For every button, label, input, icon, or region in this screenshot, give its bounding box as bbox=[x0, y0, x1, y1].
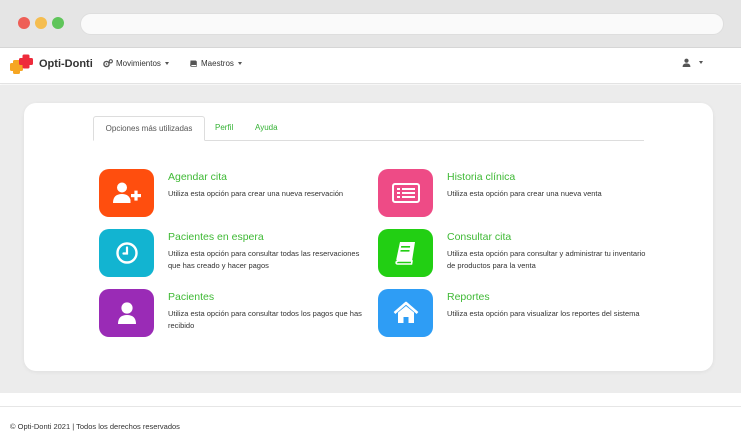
option-title: Consultar cita bbox=[447, 231, 512, 243]
option-icon-tile bbox=[99, 289, 154, 337]
option-icon-tile bbox=[378, 229, 433, 277]
menu-maestros-label: Maestros bbox=[201, 59, 234, 68]
footer: © Opti-Donti 2021 | Todos los derechos r… bbox=[0, 406, 741, 441]
copyright-text: © Opti-Donti 2021 | Todos los derechos r… bbox=[10, 422, 180, 431]
option-description: Utiliza esta opción para consultar todas… bbox=[168, 249, 360, 270]
user-plus-icon bbox=[112, 182, 141, 203]
chevron-down-icon bbox=[237, 62, 242, 65]
tab-bar: Opciones más utilizadas Perfil Ayuda bbox=[93, 116, 644, 141]
option-pacientes-en-espera[interactable]: Pacientes en espera Utiliza esta opción … bbox=[99, 229, 369, 281]
user-menu[interactable] bbox=[682, 58, 703, 67]
list-card-icon bbox=[391, 183, 420, 203]
option-icon-tile bbox=[378, 169, 433, 217]
book-icon bbox=[394, 242, 415, 265]
menu-maestros[interactable]: Maestros bbox=[189, 59, 242, 68]
address-bar[interactable] bbox=[80, 13, 724, 35]
tab-opciones-mas-utilizadas[interactable]: Opciones más utilizadas bbox=[93, 116, 205, 141]
user-icon bbox=[117, 302, 136, 324]
gears-icon bbox=[103, 59, 113, 68]
main-content: Opciones más utilizadas Perfil Ayuda Age… bbox=[0, 85, 741, 393]
tab-ayuda[interactable]: Ayuda bbox=[255, 116, 278, 141]
option-title: Pacientes en espera bbox=[168, 231, 264, 243]
chevron-down-icon bbox=[699, 61, 703, 64]
menu-movimientos[interactable]: Movimientos bbox=[103, 59, 169, 68]
close-window-button[interactable] bbox=[18, 17, 30, 29]
option-pacientes[interactable]: Pacientes Utiliza esta opción para consu… bbox=[99, 289, 369, 341]
option-description: Utiliza esta opción para crear una nueva… bbox=[447, 189, 602, 198]
chevron-down-icon bbox=[164, 62, 169, 65]
option-consultar-cita[interactable]: Consultar cita Utiliza esta opción para … bbox=[378, 229, 648, 281]
browser-chrome bbox=[0, 0, 741, 48]
minimize-window-button[interactable] bbox=[35, 17, 47, 29]
option-description: Utiliza esta opción para consultar y adm… bbox=[447, 249, 646, 270]
option-description: Utiliza esta opción para consultar todos… bbox=[168, 309, 362, 330]
option-description: Utiliza esta opción para visualizar los … bbox=[447, 309, 640, 318]
app-navbar: Opti-Donti Movimientos Maestros bbox=[0, 48, 741, 84]
home-icon bbox=[393, 301, 418, 323]
option-reportes[interactable]: Reportes Utiliza esta opción para visual… bbox=[378, 289, 648, 341]
maximize-window-button[interactable] bbox=[52, 17, 64, 29]
user-icon bbox=[682, 58, 691, 67]
option-icon-tile bbox=[378, 289, 433, 337]
logo-icon bbox=[10, 54, 33, 74]
option-icon-tile bbox=[99, 169, 154, 217]
option-agendar-cita[interactable]: Agendar cita Utiliza esta opción para cr… bbox=[99, 169, 369, 221]
tab-perfil[interactable]: Perfil bbox=[215, 116, 233, 141]
option-title: Reportes bbox=[447, 291, 490, 303]
clock-icon bbox=[115, 242, 138, 264]
option-description: Utiliza esta opción para crear una nueva… bbox=[168, 189, 344, 198]
option-title: Agendar cita bbox=[168, 171, 227, 183]
option-title: Pacientes bbox=[168, 291, 215, 303]
option-icon-tile bbox=[99, 229, 154, 277]
option-title: Historia clínica bbox=[447, 171, 516, 183]
book-icon bbox=[190, 60, 197, 67]
options-card: Opciones más utilizadas Perfil Ayuda Age… bbox=[24, 103, 713, 371]
menu-movimientos-label: Movimientos bbox=[116, 59, 161, 68]
option-historia-clinica[interactable]: Historia clínica Utiliza esta opción par… bbox=[378, 169, 648, 221]
brand-name[interactable]: Opti-Donti bbox=[39, 58, 93, 70]
